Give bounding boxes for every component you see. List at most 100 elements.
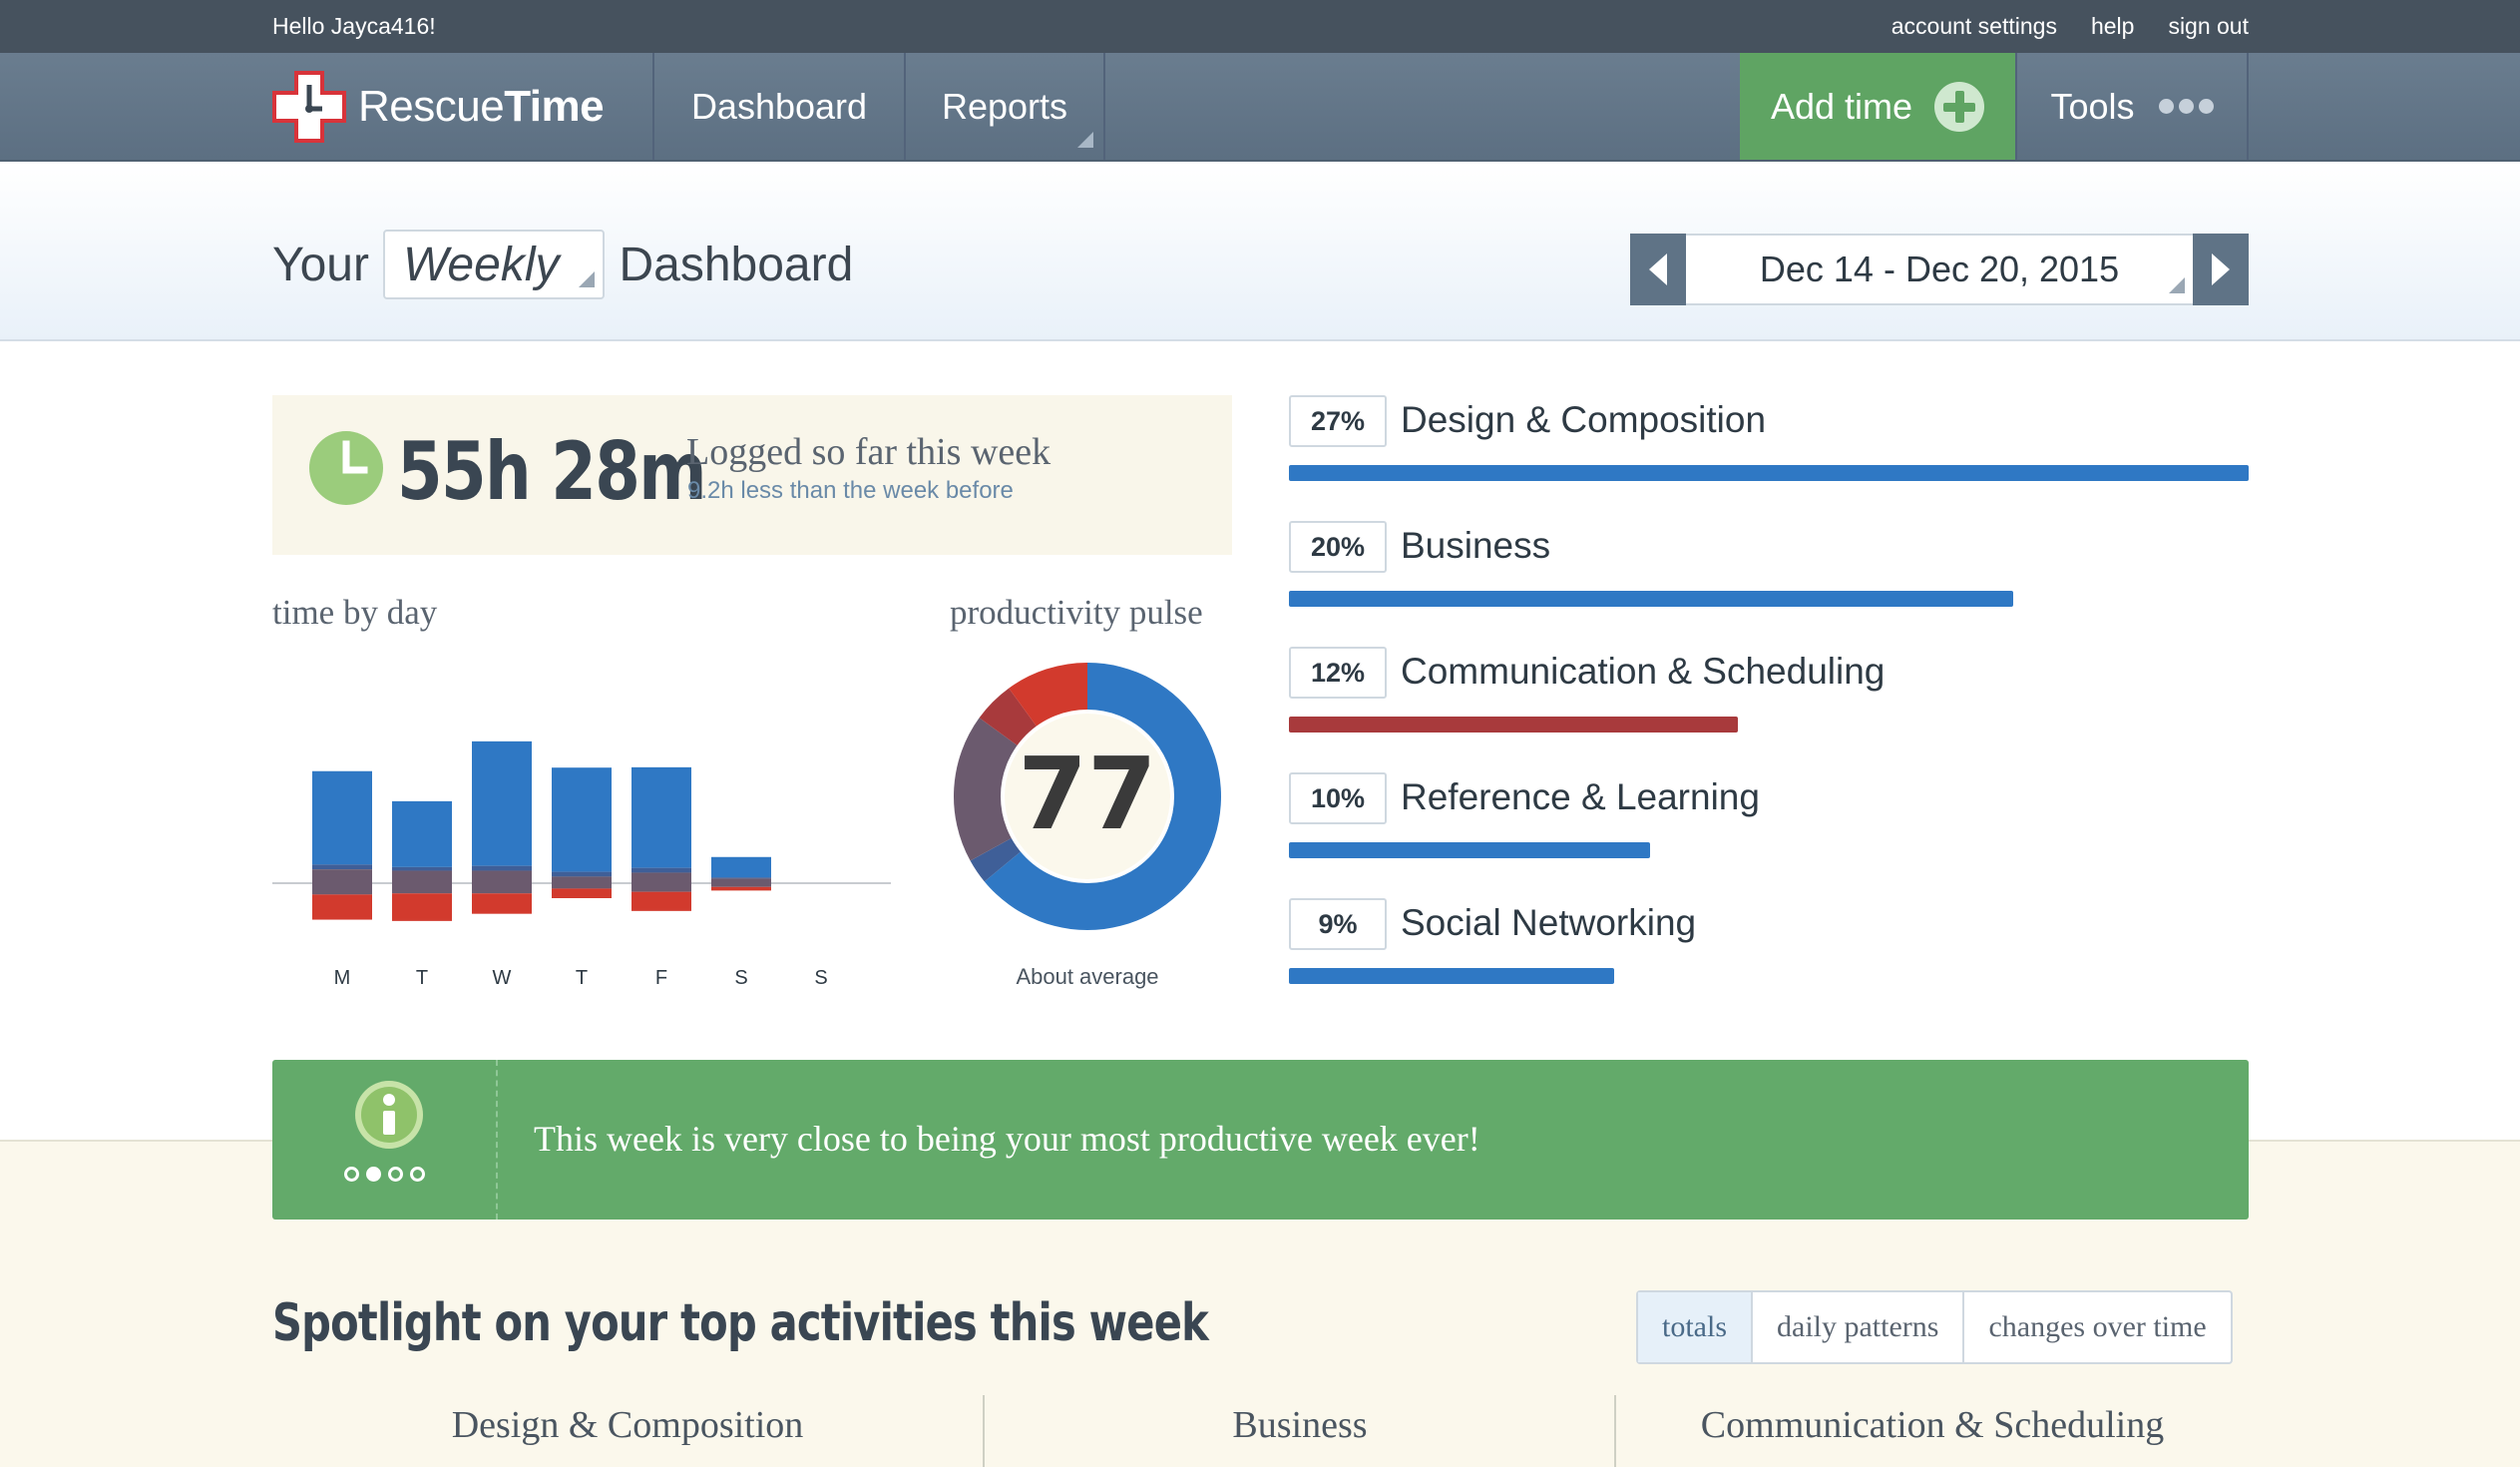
dropdown-corner-icon [1077, 132, 1093, 148]
day-tick-label: S [814, 967, 827, 989]
spotlight-columns: Design & Composition Business Communicat… [272, 1395, 2249, 1467]
bar-somewhat-productive[interactable] [312, 864, 372, 870]
day-tick-label: F [655, 967, 667, 989]
bar-neutral[interactable] [631, 872, 691, 892]
insight-icon-box [272, 1060, 498, 1220]
day-tick-label: M [334, 967, 351, 989]
bar-neutral[interactable] [392, 870, 452, 894]
day-tick-label: T [416, 967, 428, 989]
period-select-value: Weekly [402, 238, 560, 291]
spotlight-column-title: Design & Composition [451, 1404, 804, 1446]
bar-distracting[interactable] [631, 891, 691, 911]
bar-somewhat-productive[interactable] [472, 865, 532, 871]
category-name: Business [1401, 525, 1551, 566]
time-by-day-label: time by day [272, 593, 438, 632]
category-row-design[interactable]: 27% Design & Composition [1289, 395, 2249, 515]
arrow-left-icon [1649, 253, 1667, 285]
utility-links: account settings help sign out [1891, 13, 2249, 40]
nav-reports[interactable]: Reports [904, 53, 1105, 160]
logo-cross-clock-icon [272, 71, 346, 143]
pulse-score: 77 [1018, 735, 1156, 852]
bar-productive[interactable] [312, 770, 372, 865]
nav-dashboard[interactable]: Dashboard [652, 53, 904, 160]
date-range-value: Dec 14 - Dec 20, 2015 [1759, 248, 2120, 289]
category-bar [1289, 717, 1739, 733]
date-navigator: Dec 14 - Dec 20, 2015 [1630, 234, 2249, 305]
category-row-social[interactable]: 9% Social Networking [1289, 898, 2249, 1018]
bar-neutral[interactable] [552, 876, 612, 889]
info-icon [355, 1081, 423, 1149]
tab-daily-patterns[interactable]: daily patterns [1751, 1292, 1962, 1362]
dashboard-header: Your Weekly Dashboard Dec 14 - Dec 20, 2… [0, 162, 2520, 341]
logged-time-summary: 55h 28m Logged so far this week 9.2h les… [272, 395, 1232, 555]
spotlight-tabs: totals daily patterns changes over time [1636, 1290, 2233, 1364]
next-week-button[interactable] [2193, 234, 2249, 305]
pager-dot[interactable] [366, 1167, 381, 1182]
sign-out-link[interactable]: sign out [2168, 13, 2249, 40]
pager-dot[interactable] [344, 1167, 359, 1182]
category-percent: 20% [1289, 521, 1387, 573]
bar-productive[interactable] [631, 766, 691, 868]
productivity-pulse-label: productivity pulse [950, 593, 1203, 632]
bar-distracting[interactable] [552, 888, 612, 898]
productivity-pulse-chart[interactable]: 77 [948, 657, 1227, 936]
logged-comparison: 9.2h less than the week before [687, 477, 1014, 504]
previous-week-button[interactable] [1630, 234, 1686, 305]
dropdown-corner-icon [2169, 277, 2185, 293]
bar-distracting[interactable] [711, 886, 771, 891]
pager-dot[interactable] [388, 1167, 403, 1182]
bar-somewhat-productive[interactable] [631, 867, 691, 873]
category-row-reference[interactable]: 10% Reference & Learning [1289, 772, 2249, 892]
greeting-text: Hello Jayca416! [272, 13, 436, 39]
tab-totals[interactable]: totals [1638, 1292, 1751, 1362]
add-time-label: Add time [1770, 85, 1913, 127]
period-select[interactable]: Weekly [382, 230, 606, 299]
account-settings-link[interactable]: account settings [1891, 13, 2057, 40]
logo-text: RescueTime [358, 82, 605, 131]
category-name: Reference & Learning [1401, 776, 1760, 817]
insight-text: This week is very close to being your mo… [534, 1119, 1480, 1159]
day-tick-label: S [734, 967, 747, 989]
title-dashboard: Dashboard [619, 238, 854, 291]
day-tick-label: T [576, 967, 588, 989]
time-by-day-chart[interactable]: MTWTFSS [272, 629, 891, 998]
bar-somewhat-productive[interactable] [711, 877, 771, 879]
category-bar [1289, 842, 1650, 858]
tools-menu[interactable]: Tools [2015, 53, 2249, 160]
bar-distracting[interactable] [312, 894, 372, 920]
bar-somewhat-productive[interactable] [392, 866, 452, 871]
bar-productive[interactable] [392, 800, 452, 867]
plus-circle-icon [1934, 81, 1985, 132]
arrow-right-icon [2212, 253, 2230, 285]
insight-pager[interactable] [344, 1167, 425, 1182]
bar-neutral[interactable] [312, 869, 372, 895]
category-row-communication[interactable]: 12% Communication & Scheduling [1289, 647, 2249, 766]
pulse-caption: About average [1016, 964, 1159, 989]
spotlight-title: Spotlight on your top activities this we… [272, 1293, 1209, 1353]
pager-dot[interactable] [410, 1167, 425, 1182]
day-tick-label: W [493, 967, 512, 989]
bar-neutral[interactable] [711, 878, 771, 887]
add-time-button[interactable]: Add time [1740, 53, 2015, 160]
category-percent: 10% [1289, 772, 1387, 824]
date-range-select[interactable]: Dec 14 - Dec 20, 2015 [1686, 234, 2193, 305]
bar-productive[interactable] [552, 767, 612, 872]
clock-icon [309, 431, 383, 505]
bar-distracting[interactable] [392, 893, 452, 921]
bar-productive[interactable] [472, 740, 532, 866]
category-percent: 9% [1289, 898, 1387, 950]
top-utility-bar: Hello Jayca416! account settings help si… [0, 0, 2520, 53]
help-link[interactable]: help [2091, 13, 2134, 40]
category-name: Social Networking [1401, 902, 1697, 943]
category-bar [1289, 968, 1615, 984]
dropdown-corner-icon [579, 271, 596, 287]
bar-neutral[interactable] [472, 870, 532, 894]
category-bar [1289, 465, 2249, 481]
category-row-business[interactable]: 20% Business [1289, 521, 2249, 641]
bar-productive[interactable] [711, 856, 771, 878]
rescuetime-logo[interactable]: RescueTime [272, 71, 605, 143]
bar-distracting[interactable] [472, 893, 532, 914]
tab-changes-over-time[interactable]: changes over time [1962, 1292, 2230, 1362]
more-dots-icon [2158, 99, 2214, 114]
bar-somewhat-productive[interactable] [552, 871, 612, 877]
